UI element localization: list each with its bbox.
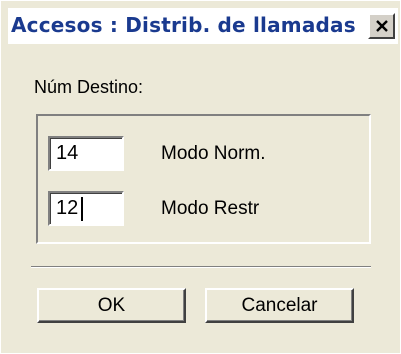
cancel-button[interactable]: Cancelar xyxy=(205,288,354,323)
window-title: Accesos : Distrib. de llamadas xyxy=(11,13,356,37)
title-bar[interactable]: Accesos : Distrib. de llamadas xyxy=(8,8,398,44)
close-button[interactable] xyxy=(368,13,395,39)
normal-mode-label: Modo Norm. xyxy=(161,143,266,164)
destination-number-label: Núm Destino: xyxy=(34,77,144,97)
normal-mode-input[interactable] xyxy=(48,136,124,171)
restricted-mode-label: Modo Restr xyxy=(161,198,260,219)
restricted-mode-input[interactable] xyxy=(48,191,124,226)
separator-line xyxy=(31,266,371,268)
dialog-window: Accesos : Distrib. de llamadas Núm Desti… xyxy=(0,0,401,354)
ok-button[interactable]: OK xyxy=(37,288,186,323)
close-icon xyxy=(375,20,388,32)
text-cursor xyxy=(81,197,83,221)
